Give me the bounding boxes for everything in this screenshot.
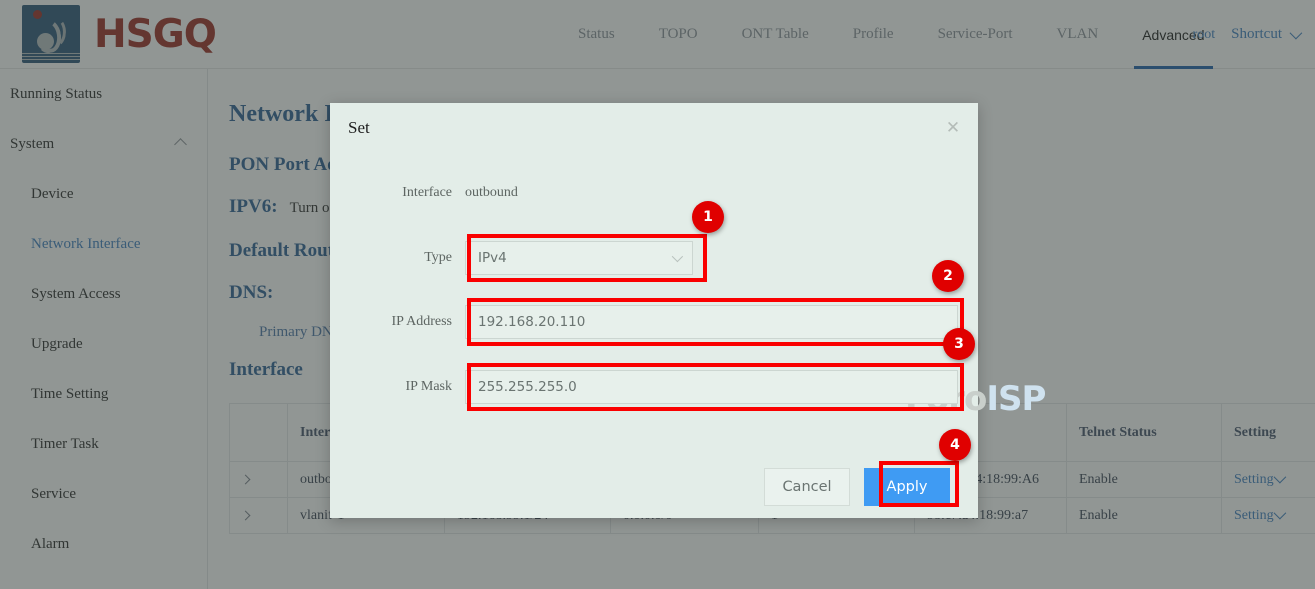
app-root: HSGQ Status TOPO ONT Table Profile Servi… [0, 0, 1315, 589]
close-icon[interactable]: ✕ [942, 117, 964, 139]
interface-row: Interface outbound [330, 185, 978, 201]
ip-mask-input[interactable]: 255.255.255.0 [465, 370, 958, 404]
type-select[interactable]: IPv4 [465, 241, 693, 275]
type-select-value: IPv4 [478, 250, 507, 266]
ip-mask-label: IP Mask [330, 379, 465, 395]
set-interface-dialog: Set ✕ ForoISP Interface outbound Type IP… [330, 103, 978, 518]
annotation-badge-1: 1 [692, 201, 724, 233]
ip-address-row: IP Address 192.168.20.110 [330, 305, 978, 339]
type-label: Type [330, 250, 465, 266]
chevron-down-icon [672, 251, 683, 262]
interface-label: Interface [330, 185, 465, 201]
apply-button[interactable]: Apply [864, 468, 950, 506]
type-row: Type IPv4 [330, 241, 978, 275]
ip-address-input[interactable]: 192.168.20.110 [465, 305, 958, 339]
annotation-badge-3: 3 [943, 328, 975, 360]
ip-mask-value: 255.255.255.0 [478, 379, 577, 395]
cancel-button[interactable]: Cancel [764, 468, 850, 506]
annotation-badge-2: 2 [932, 260, 964, 292]
ip-address-label: IP Address [330, 314, 465, 330]
ip-mask-row: IP Mask 255.255.255.0 [330, 370, 978, 404]
ip-address-value: 192.168.20.110 [478, 314, 585, 330]
dialog-title: Set [348, 118, 370, 138]
annotation-badge-4: 4 [939, 429, 971, 461]
interface-value: outbound [465, 185, 518, 201]
dialog-actions: Cancel Apply [764, 468, 950, 506]
